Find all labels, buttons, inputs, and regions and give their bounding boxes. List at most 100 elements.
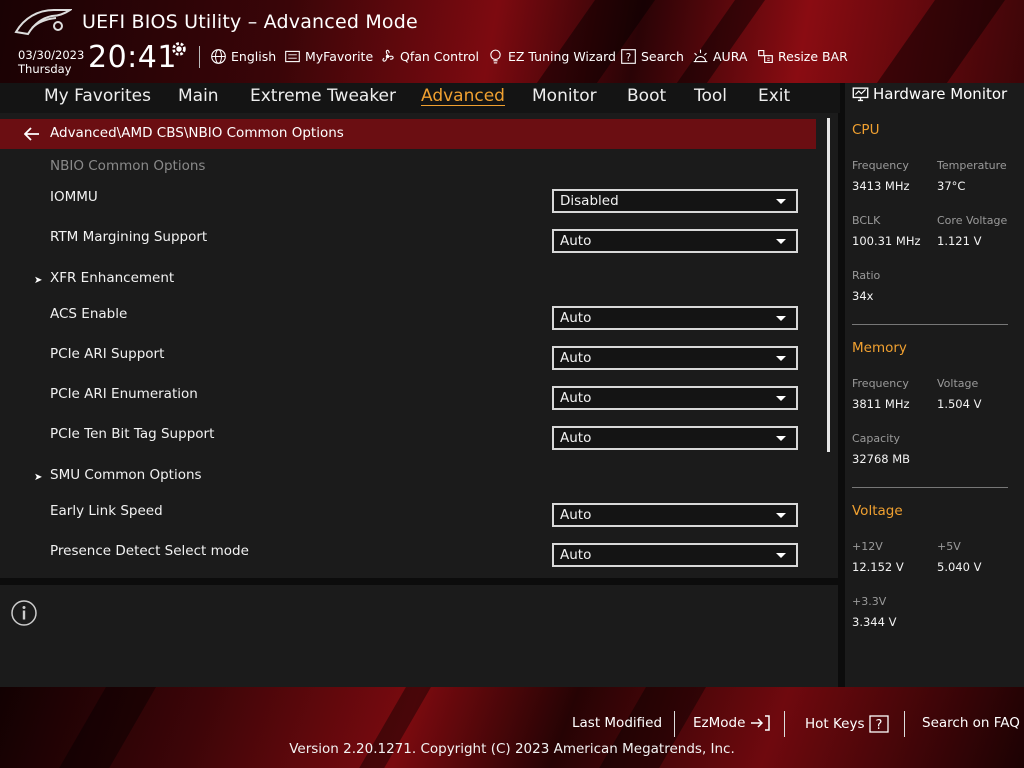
aura-lighting-icon — [693, 49, 708, 62]
tab-exit[interactable]: Exit — [758, 86, 790, 106]
ezmode-button[interactable]: EzMode — [693, 715, 771, 731]
memory-voltage-value: 1.504 V — [937, 397, 982, 411]
dropdown-value: Auto — [560, 430, 592, 446]
tab-my-favorites[interactable]: My Favorites — [44, 86, 151, 106]
footer-divider — [904, 711, 905, 737]
language-label: English — [231, 48, 277, 64]
cpu-ratio-value: 34x — [852, 289, 874, 303]
submenu-xfr-enhancement[interactable]: ➤ XFR Enhancement — [0, 266, 816, 296]
day-text: Thursday — [18, 62, 72, 76]
setting-row-pcie-ari-enumeration[interactable]: PCIe ARI Enumeration Auto — [0, 382, 816, 412]
tab-extreme-tweaker[interactable]: Extreme Tweaker — [250, 86, 396, 106]
tab-boot[interactable]: Boot — [627, 86, 666, 106]
cpu-ratio-label: Ratio — [852, 269, 881, 282]
setting-row-pcie-ari-support[interactable]: PCIe ARI Support Auto — [0, 342, 816, 372]
submenu-arrow-icon: ➤ — [34, 472, 43, 483]
aura-button[interactable]: AURA — [692, 46, 747, 66]
hardware-monitor-title: Hardware Monitor — [852, 85, 1007, 103]
tab-monitor[interactable]: Monitor — [532, 86, 597, 106]
cpu-core-voltage-value: 1.121 V — [937, 234, 982, 248]
v12-value: 12.152 V — [852, 560, 904, 574]
globe-icon — [211, 48, 226, 64]
divider — [852, 324, 1008, 325]
memory-frequency-value: 3811 MHz — [852, 397, 910, 411]
ez-tuning-wizard-button[interactable]: EZ Tuning Wizard — [487, 46, 616, 66]
cpu-bclk-value: 100.31 MHz — [852, 234, 921, 248]
settings-panel: Advanced\AMD CBS\NBIO Common Options NBI… — [0, 113, 838, 578]
info-icon — [11, 600, 37, 626]
memory-heading: Memory — [852, 340, 907, 356]
pcie-ari-enumeration-dropdown[interactable]: Auto — [552, 386, 798, 410]
presence-detect-dropdown[interactable]: Auto — [552, 543, 798, 567]
dropdown-arrow-icon — [776, 199, 786, 204]
setting-row-iommu[interactable]: IOMMU Disabled — [0, 185, 816, 215]
cpu-core-voltage-label: Core Voltage — [937, 214, 1008, 227]
dropdown-value: Disabled — [560, 193, 619, 209]
dropdown-arrow-icon — [776, 513, 786, 518]
dropdown-arrow-icon — [776, 396, 786, 401]
resize-bar-button[interactable]: Resize BAR — [757, 46, 848, 66]
search-faq-button[interactable]: Search on FAQ — [922, 715, 1020, 731]
setting-row-presence-detect[interactable]: Presence Detect Select mode Auto — [0, 539, 816, 569]
tab-main[interactable]: Main — [178, 86, 219, 106]
copyright-text: Version 2.20.1271. Copyright (C) 2023 Am… — [289, 741, 735, 757]
myfavorite-label: MyFavorite — [305, 48, 374, 64]
hot-keys-button[interactable]: Hot Keys ? — [805, 715, 889, 733]
v33-value: 3.344 V — [852, 615, 897, 629]
help-panel — [0, 585, 838, 687]
dropdown-arrow-icon — [776, 553, 786, 558]
header-divider — [199, 46, 200, 68]
pcie-ten-bit-tag-dropdown[interactable]: Auto — [552, 426, 798, 450]
submenu-smu-common-options[interactable]: ➤ SMU Common Options — [0, 463, 816, 493]
last-modified-button[interactable]: Last Modified — [572, 715, 662, 731]
iommu-dropdown[interactable]: Disabled — [552, 189, 798, 213]
language-button[interactable]: English — [210, 46, 276, 66]
resize-bar-icon — [758, 49, 773, 63]
qfan-label: Qfan Control — [400, 48, 479, 64]
setting-label: ACS Enable — [50, 306, 128, 322]
footer-divider — [784, 711, 785, 737]
memory-frequency-label: Frequency — [852, 377, 909, 390]
help-search-icon: ? — [621, 48, 636, 64]
scrollbar[interactable] — [827, 118, 830, 452]
cpu-frequency-value: 3413 MHz — [852, 179, 910, 193]
cpu-temperature-label: Temperature — [937, 159, 1007, 172]
clock-time: 20:41 — [88, 40, 177, 75]
cpu-bclk-label: BCLK — [852, 214, 881, 227]
app-title: UEFI BIOS Utility – Advanced Mode — [82, 11, 418, 33]
setting-label: Early Link Speed — [50, 503, 163, 519]
cpu-heading: CPU — [852, 122, 880, 138]
rog-logo-icon — [14, 9, 72, 36]
setting-row-acs-enable[interactable]: ACS Enable Auto — [0, 302, 816, 332]
resize-bar-label: Resize BAR — [778, 48, 848, 64]
fan-icon — [382, 49, 394, 62]
breadcrumb-bar[interactable]: Advanced\AMD CBS\NBIO Common Options — [0, 119, 816, 149]
memory-voltage-label: Voltage — [937, 377, 979, 390]
tab-advanced[interactable]: Advanced — [421, 86, 505, 106]
setting-row-pcie-ten-bit-tag[interactable]: PCIe Ten Bit Tag Support Auto — [0, 422, 816, 452]
setting-row-rtm-margining[interactable]: RTM Margining Support Auto — [0, 225, 816, 255]
dropdown-arrow-icon — [776, 316, 786, 321]
voltage-heading: Voltage — [852, 503, 903, 519]
pcie-ari-support-dropdown[interactable]: Auto — [552, 346, 798, 370]
setting-row-early-link-speed[interactable]: Early Link Speed Auto — [0, 499, 816, 529]
question-key-icon: ? — [868, 715, 889, 733]
ez-tuning-label: EZ Tuning Wizard — [508, 48, 616, 64]
v5-value: 5.040 V — [937, 560, 982, 574]
search-button[interactable]: ? Search — [620, 46, 684, 66]
gear-icon[interactable] — [170, 40, 188, 58]
early-link-speed-dropdown[interactable]: Auto — [552, 503, 798, 527]
qfan-control-button[interactable]: Qfan Control — [379, 46, 479, 66]
myfavorite-button[interactable]: MyFavorite — [284, 46, 373, 66]
dropdown-value: Auto — [560, 390, 592, 406]
tab-tool[interactable]: Tool — [694, 86, 727, 106]
divider — [852, 487, 1008, 488]
setting-label: PCIe Ten Bit Tag Support — [50, 426, 215, 442]
date-text: 03/30/2023 — [18, 48, 85, 62]
back-arrow-icon[interactable] — [24, 127, 40, 141]
dropdown-value: Auto — [560, 233, 592, 249]
main-nav: My Favorites Main Extreme Tweaker Advanc… — [0, 83, 840, 113]
rtm-margining-dropdown[interactable]: Auto — [552, 229, 798, 253]
v33-label: +3.3V — [852, 595, 887, 608]
acs-enable-dropdown[interactable]: Auto — [552, 306, 798, 330]
